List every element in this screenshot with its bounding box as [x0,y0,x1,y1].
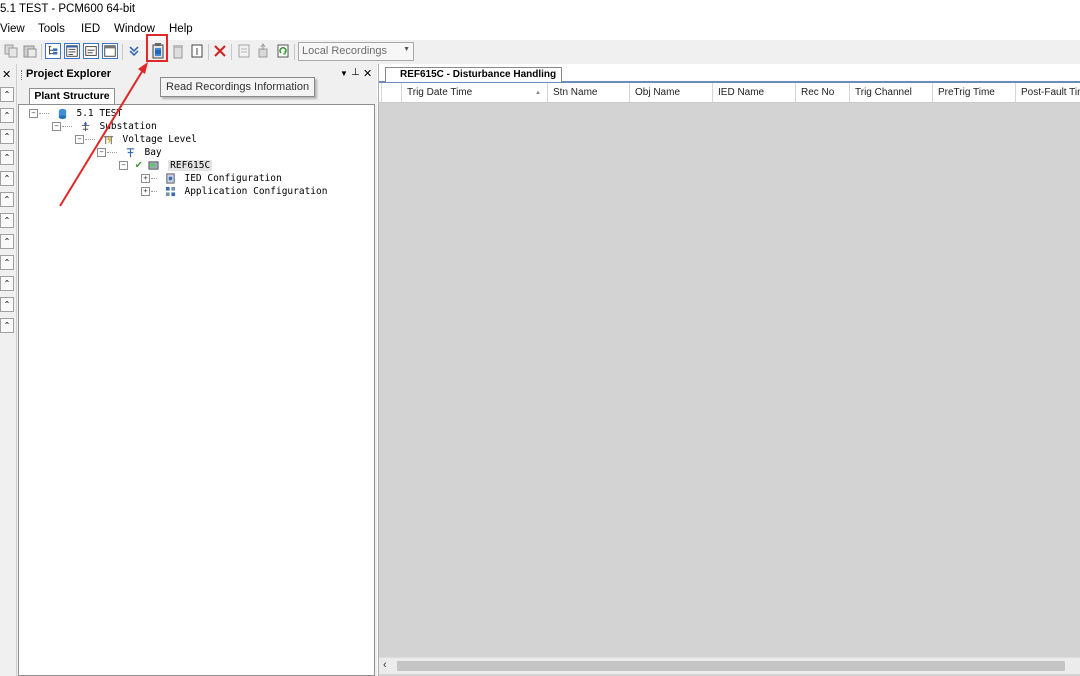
expand-panel-icon[interactable]: ⌃ [0,297,14,312]
expand-panel-icon[interactable]: ⌃ [0,234,14,249]
pin-icon[interactable]: ⊥ [351,67,360,78]
horizontal-scrollbar[interactable]: ‹ [379,657,1080,674]
column-trig-channel[interactable]: Trig Channel [849,83,932,102]
expand-node-icon[interactable]: + [141,174,150,183]
plant-structure-tree: − 5.1 TEST − Substation − Voltage Level … [18,104,375,676]
ied-configuration-icon [166,173,175,184]
column-pretrig-time[interactable]: PreTrig Time [932,83,1015,102]
project-explorer-panel: ✕ Project Explorer ▼ ⊥ ✕ Plant Structure… [2,64,377,676]
menu-ied[interactable]: IED [81,23,100,35]
close-icon[interactable]: ✕ [2,68,11,81]
paste-icon[interactable] [22,43,38,59]
tree-item-project[interactable]: − 5.1 TEST [29,107,122,120]
tree-item-label: REF615C [168,160,213,171]
expand-panel-icon[interactable]: ⌃ [0,318,14,333]
export-icon[interactable] [255,43,271,59]
tab-plant-structure[interactable]: Plant Structure [29,88,115,104]
substation-icon [81,121,89,132]
check-icon: ✔ [134,160,143,171]
menu-view[interactable]: View [0,23,25,35]
ied-icon [148,161,159,170]
tree-item-label: IED Configuration [184,173,282,184]
expand-panel-icon[interactable]: ⌃ [0,171,14,186]
column-trig-date-time[interactable]: Trig Date Time [401,83,547,102]
tree-item-label: Application Configuration [184,186,328,197]
expand-panel-icon[interactable]: ⌃ [0,150,14,165]
column-obj-name[interactable]: Obj Name [629,83,712,102]
project-explorer-title: Project Explorer [26,68,111,80]
scrollbar-thumb[interactable] [397,661,1065,671]
tree-item-substation[interactable]: − Substation [52,120,157,133]
tree-item-label: Bay [144,147,162,158]
expand-panel-icon[interactable]: ⌃ [0,192,14,207]
project-icon [58,108,66,119]
tree-item-bay[interactable]: − Bay [97,146,162,159]
copy-icon[interactable] [3,43,19,59]
chevron-down-icon: ▼ [403,46,410,53]
recordings-source-select[interactable]: Local Recordings ▼ [298,42,414,61]
collapse-icon[interactable] [126,43,142,59]
collapse-node-icon[interactable]: − [75,135,84,144]
expand-panel-icon[interactable]: ⌃ [0,108,14,123]
scroll-left-icon[interactable]: ‹ [383,659,387,671]
column-stn-name[interactable]: Stn Name [547,83,629,102]
sort-ascending-icon: ▲ [535,90,541,96]
menu-tools[interactable]: Tools [38,23,65,35]
panel-menu-icon[interactable]: ▼ [340,69,348,78]
column-rec-no[interactable]: Rec No [795,83,849,102]
title-bar: 5.1 TEST - PCM600 64-bit [0,0,1080,20]
tree-item-ied-configuration[interactable]: + IED Configuration [141,172,282,185]
expand-node-icon[interactable]: + [141,187,150,196]
menu-help[interactable]: Help [169,23,193,35]
bay-icon [126,148,134,158]
tree-item-label: Voltage Level [122,134,197,145]
tree-view-icon[interactable] [45,43,61,59]
voltage-level-icon [103,136,113,145]
delete-icon[interactable] [212,43,228,59]
tree-item-label: Substation [99,121,157,132]
column-ied-name[interactable]: IED Name [712,83,795,102]
tree-item-application-configuration[interactable]: + Application Configuration [141,185,327,198]
refresh-icon[interactable] [275,43,291,59]
report-icon[interactable] [236,43,252,59]
application-configuration-icon [165,186,175,197]
expand-panel-icon[interactable]: ⌃ [0,129,14,144]
tooltip-text: Read Recordings Information [166,81,310,93]
window-title: 5.1 TEST - PCM600 64-bit [0,3,136,15]
tree-item-ied[interactable]: − ✔ REF615C [119,159,213,172]
tree-item-voltage-level[interactable]: − Voltage Level [75,133,197,146]
disturbance-handling-document: REF615C - Disturbance Handling Trig Date… [378,64,1080,676]
output-icon[interactable] [83,43,99,59]
delete-recordings-icon[interactable] [170,43,186,59]
collapse-node-icon[interactable]: − [97,148,106,157]
row-selector-header[interactable] [381,83,401,102]
properties-icon[interactable] [64,43,80,59]
expand-panel-icon[interactable]: ⌃ [0,255,14,270]
collapse-node-icon[interactable]: − [29,109,38,118]
collapse-node-icon[interactable]: − [52,122,61,131]
grip-icon[interactable] [21,70,24,80]
expand-panel-icon[interactable]: ⌃ [0,213,14,228]
expand-panel-icon[interactable]: ⌃ [0,276,14,291]
tooltip: Read Recordings Information [160,77,316,97]
upload-icon[interactable] [189,43,205,59]
document-tab-strip: REF615C - Disturbance Handling [379,64,1080,83]
close-icon[interactable]: ✕ [363,67,372,80]
auto-hide-strip: ⌃ ⌃ ⌃ ⌃ ⌃ ⌃ ⌃ ⌃ ⌃ ⌃ ⌃ ⌃ [0,64,17,676]
annotation-highlight-box [146,34,168,62]
collapse-node-icon[interactable]: − [119,161,128,170]
column-post-fault-time[interactable]: Post-Fault Time [1015,83,1080,102]
tab-disturbance-handling[interactable]: REF615C - Disturbance Handling [385,67,563,82]
recordings-source-value: Local Recordings [302,45,387,57]
expand-panel-icon[interactable]: ⌃ [0,87,14,102]
window-icon[interactable] [102,43,118,59]
recordings-grid-header: Trig Date Time ▲ Stn Name Obj Name IED N… [379,83,1080,103]
tree-item-label: 5.1 TEST [76,108,123,119]
